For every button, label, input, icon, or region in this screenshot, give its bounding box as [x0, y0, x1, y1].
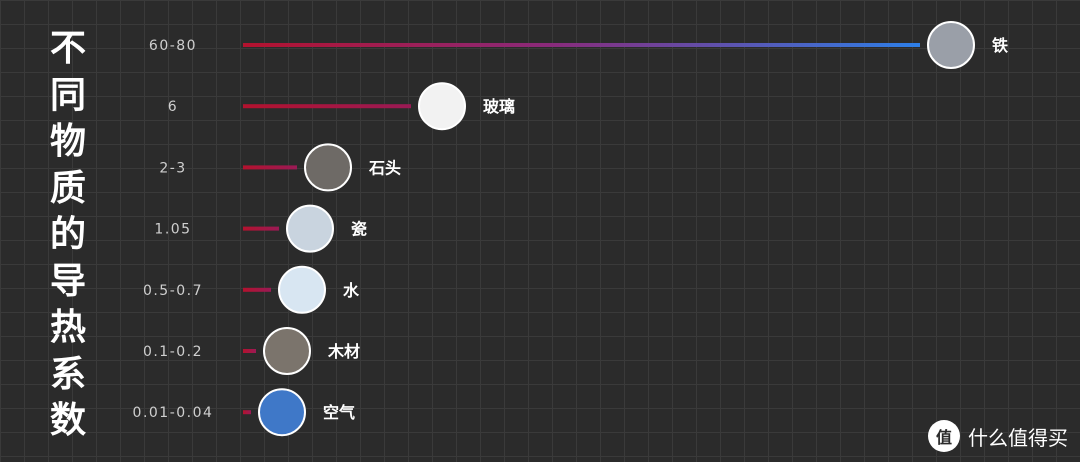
category-label: 空气	[323, 403, 355, 422]
category-label: 铁	[992, 36, 1008, 55]
bar	[243, 410, 251, 415]
value-label: 2-3	[159, 160, 186, 176]
bar	[243, 226, 279, 231]
value-label: 1.05	[154, 222, 191, 238]
category-label: 石头	[368, 158, 401, 177]
stones-icon	[304, 143, 352, 192]
category-label: 木材	[327, 342, 360, 361]
watermark-text: 什么值得买	[968, 425, 1068, 450]
category-label: 玻璃	[483, 97, 515, 116]
bar	[243, 287, 271, 292]
title-char: 热	[49, 307, 86, 348]
chart-title: 不 同 物 质 的 导 热 系 数	[38, 26, 98, 445]
bar	[243, 349, 256, 353]
category-label: 水	[343, 281, 360, 300]
bar	[243, 104, 411, 109]
logo-icon: 值	[928, 420, 960, 452]
glass-bottle-icon	[418, 82, 466, 131]
value-label: 6	[168, 99, 178, 115]
value-label: 0.1-0.2	[143, 344, 203, 360]
bar	[243, 165, 297, 170]
watermark: 值 什么值得买	[928, 420, 1068, 452]
title-char: 系	[49, 353, 86, 395]
title-char: 物	[49, 121, 86, 162]
water-icon	[278, 265, 326, 314]
bar-chart: 60-80 铁 6 玻璃 2-3 石头 1.05 瓷 0.5-0.7 水 0.1-0.2 木材 0.01…	[133, 21, 1008, 437]
bar	[243, 43, 920, 47]
porcelain-icon	[286, 204, 334, 253]
iron-icon	[927, 21, 975, 69]
title-char: 质	[49, 167, 86, 209]
wood-icon	[263, 327, 311, 375]
title-char: 的	[49, 214, 86, 255]
air-icon	[258, 388, 306, 437]
value-label: 0.5-0.7	[143, 283, 203, 299]
title-char: 数	[49, 400, 86, 441]
category-label: 瓷	[351, 220, 367, 239]
value-label: 60-80	[149, 38, 197, 54]
title-char: 同	[49, 74, 86, 116]
title-char: 导	[49, 260, 86, 302]
value-label: 0.01-0.04	[133, 405, 214, 421]
title-char: 不	[49, 28, 86, 69]
